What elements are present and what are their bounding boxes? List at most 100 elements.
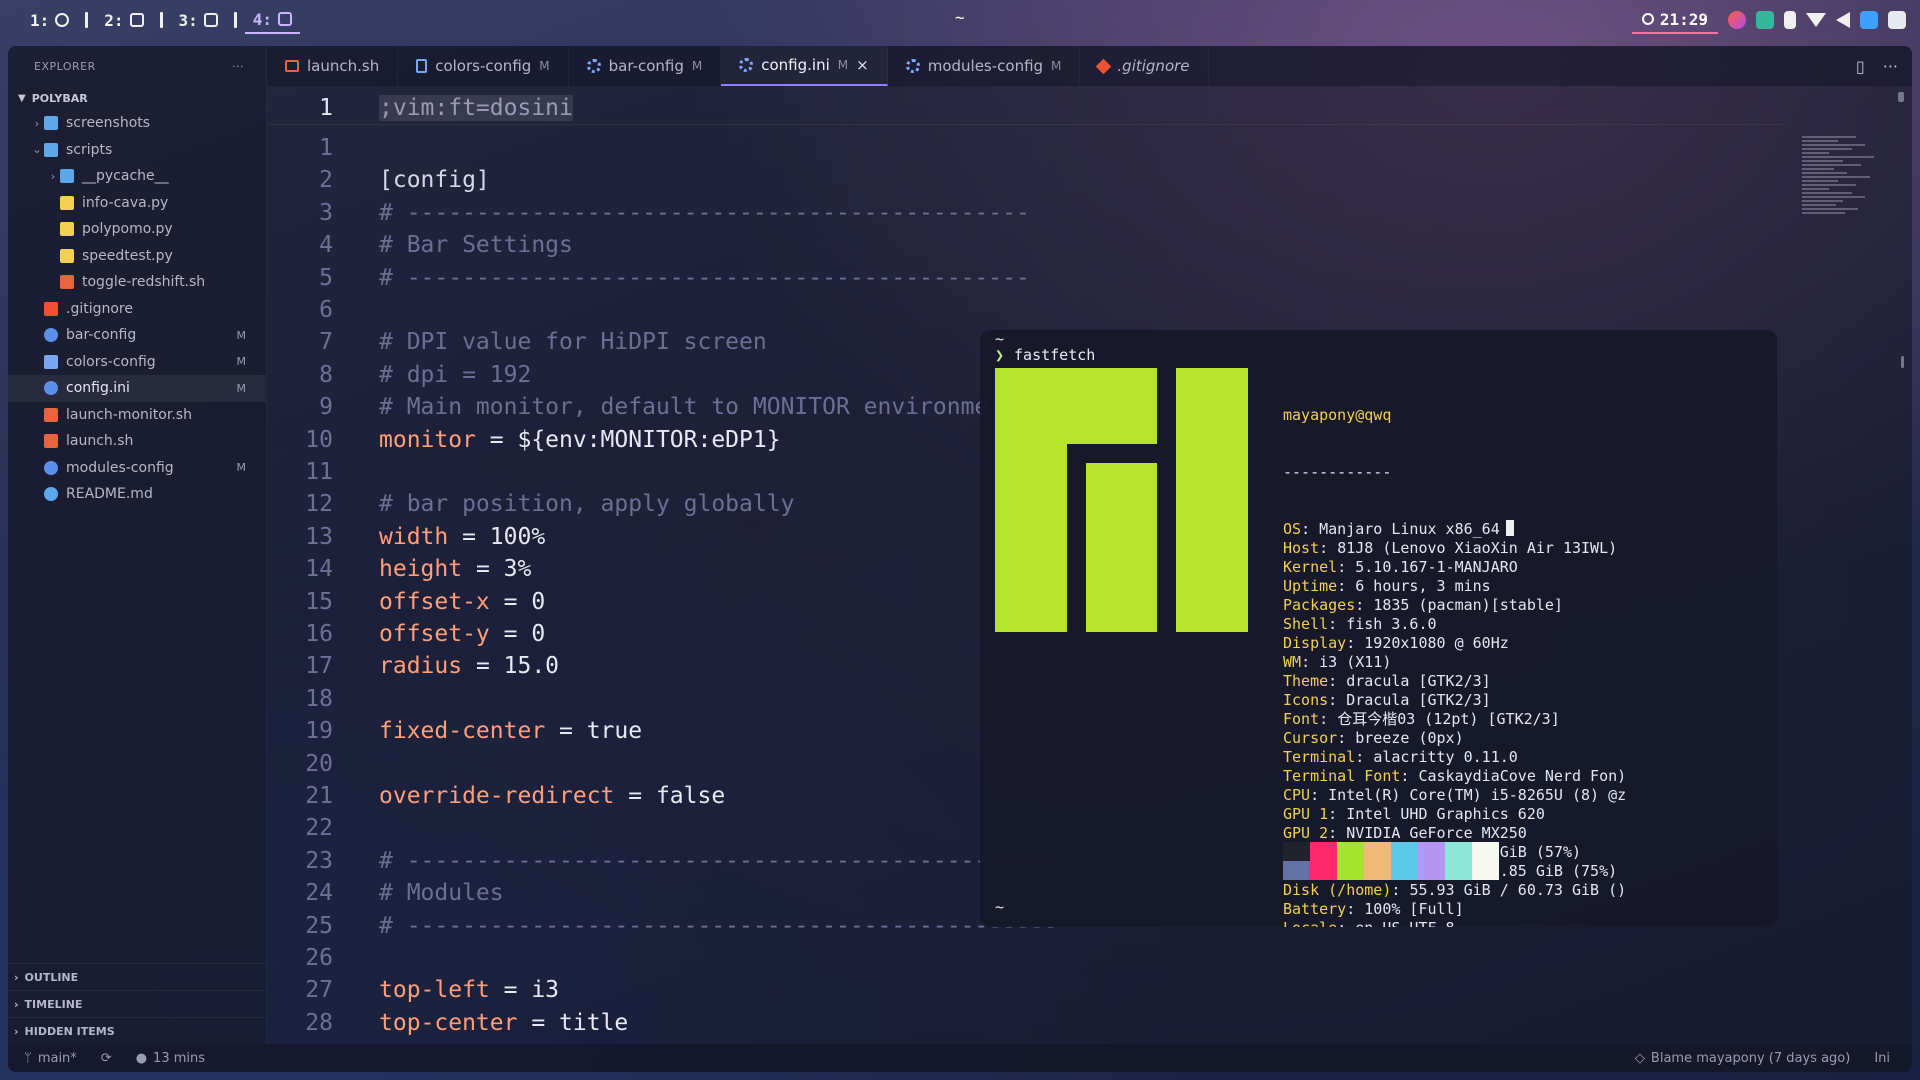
- bluetooth-icon[interactable]: [1860, 11, 1878, 29]
- minimap[interactable]: [1802, 134, 1892, 234]
- sync-button[interactable]: ⟳: [89, 1051, 124, 1066]
- tree-item-colors-config[interactable]: colors-config M: [8, 349, 266, 376]
- code-key-value: top-center = title: [347, 1010, 628, 1036]
- line-number: 28: [305, 1009, 333, 1036]
- config-icon: [44, 328, 58, 343]
- tab-modules-config[interactable]: modules-config M: [888, 46, 1081, 86]
- root-folder-label: POLYBAR: [31, 91, 88, 105]
- gear-icon: [739, 58, 754, 72]
- modified-badge: M: [837, 58, 849, 72]
- clock-time: 21:29: [1659, 9, 1708, 29]
- info-key: Cursor: [1283, 729, 1338, 747]
- modified-badge: M: [236, 461, 247, 475]
- tree-item-info-cava-py[interactable]: info-cava.py: [8, 190, 266, 217]
- tree-item-config-ini[interactable]: config.ini M: [8, 375, 266, 402]
- code-value: = 3%: [462, 556, 532, 583]
- terminal-window[interactable]: ~ ❯ fastfetch mayapony@qwq ------------ …: [980, 330, 1777, 927]
- tab-launch-sh[interactable]: launch.sh: [267, 46, 399, 86]
- clock[interactable]: 21:29: [1631, 6, 1718, 34]
- tree-item-readme-md[interactable]: README.md: [8, 481, 266, 508]
- info-row: Disk (/home): 55.93 GiB / 60.73 GiB (): [1283, 881, 1627, 899]
- workspace-number: 4:: [252, 9, 273, 29]
- workspace-3[interactable]: 3:: [171, 7, 226, 33]
- info-value: NVIDIA GeForce MX250: [1346, 824, 1527, 842]
- code-line: 2 [config]: [267, 164, 1787, 196]
- outline-section[interactable]: › OUTLINE: [8, 963, 266, 990]
- tab-label: colors-config: [435, 57, 532, 75]
- scrollbar[interactable]: [1896, 92, 1904, 1072]
- code-key: override-redirect: [379, 783, 615, 809]
- tree-item-gitignore[interactable]: .gitignore: [8, 296, 266, 323]
- info-value: 6 hours, 3 mins: [1355, 577, 1491, 595]
- info-key: OS: [1283, 520, 1302, 538]
- split-editor-icon[interactable]: ▯: [1856, 57, 1865, 76]
- git-branch[interactable]: ᛘ main*: [8, 1051, 89, 1066]
- volume-icon[interactable]: [1836, 12, 1850, 28]
- blame-label: Blame mayapony (7 days ago): [1650, 1050, 1851, 1066]
- more-actions-icon[interactable]: ···: [1883, 57, 1898, 76]
- window-icon[interactable]: [1888, 11, 1906, 29]
- code-line: 27 top-left = i3: [267, 974, 1787, 1006]
- color-palette: [1283, 842, 1499, 880]
- tree-item-speedtest-py[interactable]: speedtest.py: [8, 243, 266, 270]
- timeline-section[interactable]: › TIMELINE: [8, 990, 266, 1017]
- code-comment: # dpi = 192: [379, 361, 532, 388]
- firefox-icon[interactable]: [1728, 11, 1746, 29]
- wifi-icon[interactable]: [1806, 13, 1826, 27]
- tree-item-bar-config[interactable]: bar-config M: [8, 322, 266, 349]
- tree-item-pycache[interactable]: › __pycache__: [8, 163, 266, 190]
- code-key-value: offset-x = 0: [347, 589, 545, 615]
- info-row: Locale: en_US.UTF-8: [1283, 919, 1626, 927]
- hidden-items-section[interactable]: › HIDDEN ITEMS: [8, 1017, 266, 1044]
- line-number: 27: [305, 977, 333, 1004]
- info-row: Kernel: 5.10.167-1-MANJARO: [1283, 558, 1518, 576]
- tab-colors-config[interactable]: colors-config M: [398, 46, 569, 86]
- more-actions-icon[interactable]: ···: [232, 60, 244, 73]
- info-key: Icons: [1283, 691, 1329, 709]
- line-number: 17: [305, 653, 333, 680]
- code-line: 26: [267, 942, 1787, 974]
- workspace-separator: [233, 12, 237, 28]
- info-key: Packages: [1283, 596, 1356, 614]
- tab-label: .gitignore: [1117, 57, 1190, 75]
- code-comment: # --------------------------------------…: [379, 264, 1030, 291]
- sync-icon: ⟳: [100, 1050, 112, 1066]
- workspace-2[interactable]: 2:: [96, 7, 151, 33]
- info-value: 100% [Full]: [1364, 900, 1464, 918]
- tab-bar-config[interactable]: bar-config M: [569, 46, 722, 86]
- info-value: i3 (X11): [1319, 653, 1392, 671]
- close-icon[interactable]: ×: [856, 56, 869, 74]
- system-tray: 21:29: [1631, 6, 1906, 34]
- tree-item-toggle-redshift-sh[interactable]: toggle-redshift.sh: [8, 269, 266, 296]
- language-mode[interactable]: Ini: [1862, 1051, 1912, 1066]
- tree-item-screenshots[interactable]: › screenshots: [8, 110, 266, 137]
- tree-item-polypomo-py[interactable]: polypomo.py: [8, 216, 266, 243]
- workspace-4[interactable]: 4:: [244, 6, 301, 34]
- explorer-header: EXPLORER ···: [8, 46, 266, 86]
- chevron-down-icon: ▼: [18, 92, 26, 104]
- tree-item-scripts[interactable]: ⌄ scripts: [8, 137, 266, 164]
- power-icon[interactable]: [1784, 11, 1796, 29]
- tab-gitignore[interactable]: .gitignore: [1080, 46, 1209, 86]
- time-tracker[interactable]: ● 13 mins: [124, 1051, 217, 1066]
- shell-icon: [44, 434, 58, 449]
- code-line: 4 # Bar Settings: [267, 229, 1787, 261]
- tree-item-modules-config[interactable]: modules-config M: [8, 455, 266, 482]
- folder-icon: [60, 169, 74, 184]
- user-host: mayapony@qwq: [1283, 406, 1392, 424]
- code-line: 3 # -------------------------------------…: [267, 197, 1787, 229]
- explorer-root-folder[interactable]: ▼ POLYBAR: [8, 86, 266, 110]
- info-value: dracula [GTK2/3]: [1346, 672, 1491, 690]
- clock-icon: [1641, 13, 1654, 25]
- tab-config-ini[interactable]: config.ini M ×: [721, 46, 888, 86]
- git-blame[interactable]: ◇ Blame mayapony (7 days ago): [1623, 1051, 1862, 1066]
- info-row: Terminal: alacritty 0.11.0: [1283, 748, 1518, 766]
- tree-item-launch-sh[interactable]: launch.sh: [8, 428, 266, 455]
- code-key-value: override-redirect = false: [347, 783, 725, 809]
- discord-icon[interactable]: [1756, 11, 1774, 29]
- tree-item-launch-monitor-sh[interactable]: launch-monitor.sh: [8, 402, 266, 429]
- workspace-1[interactable]: 1:: [22, 7, 77, 33]
- workspace-separator: [159, 12, 163, 28]
- branch-label: main*: [37, 1050, 77, 1066]
- color-swatch: [1364, 842, 1391, 880]
